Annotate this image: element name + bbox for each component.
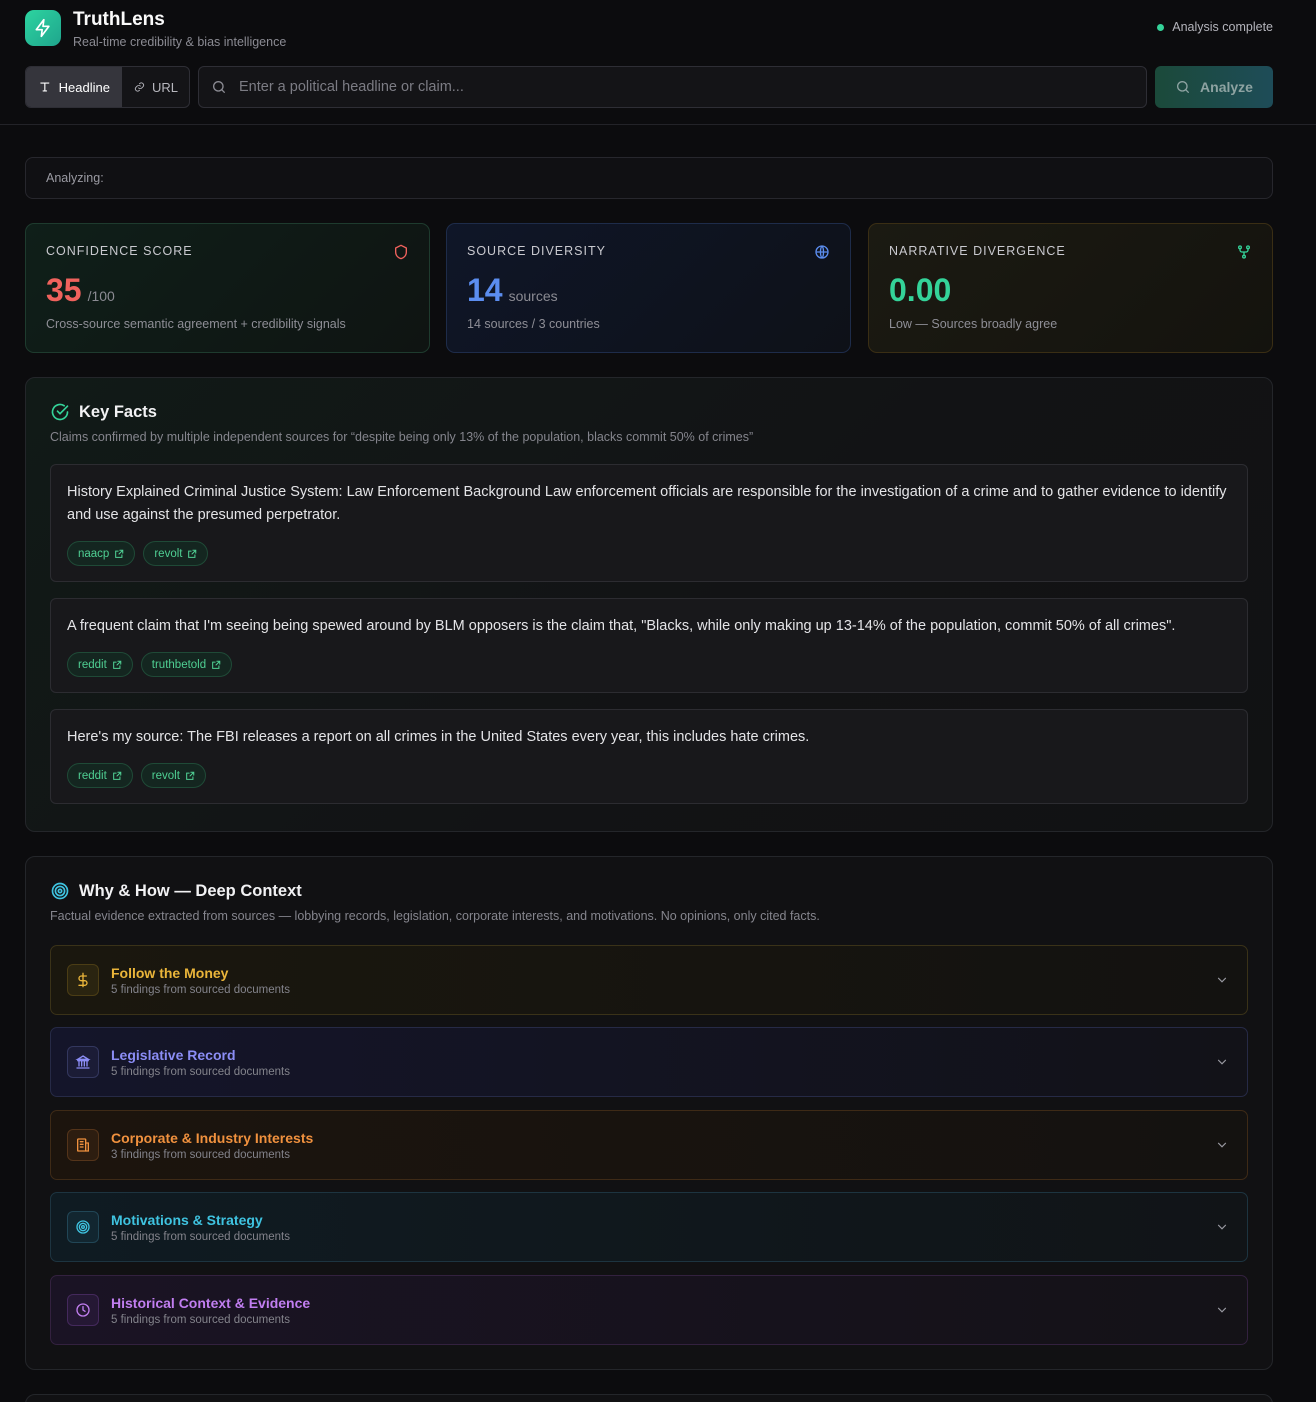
section-count: 5 findings from sourced documents xyxy=(111,1065,290,1078)
section-title: Follow the Money xyxy=(111,964,229,981)
section-count: 5 findings from sourced documents xyxy=(111,1230,290,1243)
section-follow-the-money[interactable]: Follow the Money 5 findings from sourced… xyxy=(50,945,1248,1015)
external-link-icon xyxy=(212,660,221,669)
git-fork-icon xyxy=(1238,245,1250,259)
globe-icon xyxy=(815,245,829,259)
source-tag-label: revolt xyxy=(151,769,180,782)
status-indicator: Analysis complete xyxy=(1157,20,1273,34)
app-title: TruthLens xyxy=(73,9,165,30)
building-icon xyxy=(77,1138,89,1152)
search-icon xyxy=(1177,81,1190,93)
status-dot-icon xyxy=(1157,23,1165,31)
section-count: 5 findings from sourced documents xyxy=(111,983,290,996)
search-input[interactable] xyxy=(239,79,1119,95)
search-icon xyxy=(213,81,225,93)
chevron-down-icon[interactable] xyxy=(1215,973,1229,987)
next-panel xyxy=(25,1394,1273,1402)
status-text: Analysis complete xyxy=(1172,20,1273,34)
clock-icon xyxy=(76,1303,90,1317)
external-link-icon xyxy=(115,549,124,558)
stat-unit: sources xyxy=(508,288,558,304)
source-tag[interactable]: reddit xyxy=(67,763,133,788)
section-motivations-strategy[interactable]: Motivations & Strategy 5 findings from s… xyxy=(50,1192,1248,1262)
section-count: 3 findings from sourced documents xyxy=(111,1148,290,1161)
source-tag-label: reddit xyxy=(78,658,107,671)
mode-url-label: URL xyxy=(151,79,178,95)
search-field[interactable] xyxy=(198,66,1147,108)
section-title: Corporate & Industry Interests xyxy=(111,1129,314,1146)
fact-text: History Explained Criminal Justice Syste… xyxy=(67,484,1227,523)
app-subtitle: Real-time credibility & bias intelligenc… xyxy=(73,35,287,49)
chevron-down-icon[interactable] xyxy=(1215,1055,1229,1069)
source-tag[interactable]: revolt xyxy=(140,763,206,788)
target-icon xyxy=(76,1220,90,1234)
fact-text: A frequent claim that I'm seeing being s… xyxy=(67,618,1176,634)
analyze-label: Analyze xyxy=(1200,79,1253,95)
mode-url-button[interactable]: URL xyxy=(122,67,189,107)
stat-label: CONFIDENCE SCORE xyxy=(46,244,193,258)
stat-description: Cross-source semantic agreement + credib… xyxy=(46,317,346,331)
stat-label: SOURCE DIVERSITY xyxy=(467,244,606,258)
chevron-down-icon[interactable] xyxy=(1215,1220,1229,1234)
chevron-down-icon[interactable] xyxy=(1215,1138,1229,1152)
stat-value: 14 xyxy=(467,272,503,308)
stat-value: 35 xyxy=(46,272,82,308)
source-diversity-card: SOURCE DIVERSITY 14 sources 14 sources /… xyxy=(446,223,851,353)
logo xyxy=(25,10,61,46)
external-link-icon xyxy=(186,771,195,780)
source-tag[interactable]: revolt xyxy=(143,541,209,566)
external-link-icon xyxy=(112,660,122,669)
source-tag[interactable]: reddit xyxy=(67,652,133,677)
section-legislative-record[interactable]: Legislative Record 5 findings from sourc… xyxy=(50,1027,1248,1097)
stat-value: 0.00 xyxy=(889,272,952,308)
analyzing-bar: Analyzing: xyxy=(25,157,1273,199)
section-corporate-interests[interactable]: Corporate & Industry Interests 3 finding… xyxy=(50,1110,1248,1180)
fact-text: Here's my source: The FBI releases a rep… xyxy=(67,729,810,745)
section-count: 5 findings from sourced documents xyxy=(111,1313,290,1326)
app-header: TruthLens Real-time credibility & bias i… xyxy=(0,0,1316,125)
section-title: Historical Context & Evidence xyxy=(111,1294,311,1311)
source-tag[interactable]: truthbetold xyxy=(140,652,233,677)
mode-headline-button[interactable]: Headline xyxy=(26,67,122,107)
input-mode-toggle: Headline URL xyxy=(25,66,190,108)
landmark-icon xyxy=(75,1055,91,1069)
shield-icon xyxy=(395,244,407,260)
mode-headline-label: Headline xyxy=(58,79,110,95)
target-icon xyxy=(51,882,69,900)
key-facts-subtitle: Claims confirmed by multiple independent… xyxy=(50,430,754,444)
stat-description: 14 sources / 3 countries xyxy=(467,317,600,331)
chevron-down-icon[interactable] xyxy=(1215,1303,1229,1317)
fact-card: Here's my source: The FBI releases a rep… xyxy=(50,709,1248,804)
source-tag[interactable]: naacp xyxy=(67,541,136,566)
link-icon xyxy=(134,82,145,92)
stat-description: Low — Sources broadly agree xyxy=(889,317,1058,331)
source-tag-label: naacp xyxy=(78,547,110,560)
text-type-icon xyxy=(40,82,50,92)
external-link-icon xyxy=(188,549,197,558)
dollar-icon xyxy=(78,972,88,988)
lightning-icon xyxy=(35,18,50,38)
fact-card: History Explained Criminal Justice Syste… xyxy=(50,464,1248,582)
source-tag-label: revolt xyxy=(154,547,183,560)
source-tag-label: reddit xyxy=(78,769,107,782)
deep-context-subtitle: Factual evidence extracted from sources … xyxy=(50,909,820,923)
section-historical-context[interactable]: Historical Context & Evidence 5 findings… xyxy=(50,1275,1248,1345)
source-tag-label: truthbetold xyxy=(151,658,207,671)
section-title: Legislative Record xyxy=(111,1046,236,1063)
analyzing-label: Analyzing: xyxy=(46,171,104,185)
external-link-icon xyxy=(112,771,122,780)
narrative-divergence-card: NARRATIVE DIVERGENCE 0.00 Low — Sources … xyxy=(868,223,1273,353)
analyze-button[interactable]: Analyze xyxy=(1155,66,1273,108)
stat-label: NARRATIVE DIVERGENCE xyxy=(889,244,1066,258)
check-circle-icon xyxy=(51,403,69,421)
key-facts-panel: Key Facts Claims confirmed by multiple i… xyxy=(25,377,1273,832)
confidence-score-card: CONFIDENCE SCORE 35 /100 Cross-source se… xyxy=(25,223,430,353)
stat-unit: /100 xyxy=(87,288,115,304)
fact-card: A frequent claim that I'm seeing being s… xyxy=(50,598,1248,693)
key-facts-title: Key Facts xyxy=(79,402,157,421)
section-title: Motivations & Strategy xyxy=(111,1211,263,1228)
deep-context-title: Why & How — Deep Context xyxy=(79,881,302,900)
deep-context-panel: Why & How — Deep Context Factual evidenc… xyxy=(25,856,1273,1370)
